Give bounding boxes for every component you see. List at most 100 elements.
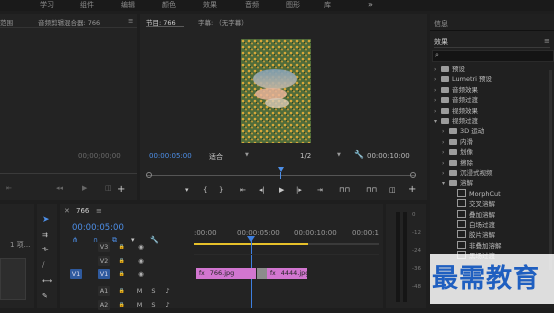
track-target-button[interactable]: A1 — [98, 286, 110, 296]
lock-icon[interactable]: 🔒 — [118, 300, 126, 310]
transition-marker[interactable] — [257, 268, 267, 279]
track-header-v3[interactable]: V3 🔒 ◉ — [64, 241, 192, 255]
go-to-out-icon[interactable]: ⇥ — [317, 186, 323, 194]
mark-out-icon[interactable]: } — [219, 186, 223, 194]
eye-icon[interactable]: ◉ — [136, 269, 146, 279]
panel-menu-icon[interactable]: ≡ — [544, 37, 550, 45]
timeline-timecode[interactable]: 00:00:05:00 — [72, 223, 124, 233]
chevron-down-icon[interactable]: ▾ — [434, 117, 441, 127]
mute-button[interactable]: M — [136, 286, 143, 296]
source-camera-icon[interactable]: ◫ — [105, 184, 112, 192]
info-panel-title[interactable]: 信息 — [434, 19, 448, 29]
extract-icon[interactable]: ⊓⊓ — [366, 186, 377, 194]
microphone-icon[interactable]: ♪ — [164, 286, 171, 296]
source-play-icon[interactable]: ▶ — [82, 184, 87, 192]
source-patch-button[interactable]: V1 — [70, 269, 82, 279]
video-clip-4444[interactable]: fx 4444.jpg — [267, 268, 307, 279]
export-frame-icon[interactable]: ◫ — [389, 186, 396, 194]
menu-effects[interactable]: 效果 — [203, 0, 217, 10]
ripple-edit-tool-icon[interactable]: ⟛ — [42, 245, 48, 253]
effect-item[interactable]: 白场过渡 — [450, 220, 495, 230]
slip-tool-icon[interactable]: ⟷ — [42, 277, 52, 285]
effect-item[interactable]: 交叉溶解 — [450, 199, 495, 209]
menu-learn[interactable]: 学习 — [40, 0, 54, 10]
track-header-a2[interactable]: A2 🔒 M S ♪ — [64, 299, 192, 313]
tab-scopes[interactable]: 范围 — [0, 17, 13, 27]
play-icon[interactable]: ▶ — [279, 186, 284, 194]
effects-folder[interactable]: ▾ 视频过渡 — [434, 116, 478, 126]
lock-icon[interactable]: 🔒 — [118, 242, 126, 252]
menu-assembly[interactable]: 组件 — [80, 0, 94, 10]
effect-item[interactable]: 叠加溶解 — [450, 209, 495, 220]
step-back-icon[interactable]: ◂| — [259, 186, 265, 194]
track-target-button[interactable]: V1 — [98, 269, 110, 279]
program-current-timecode[interactable]: 00:00:05:00 — [149, 152, 192, 160]
effects-folder[interactable]: › 视频效果 — [434, 106, 478, 116]
close-icon[interactable]: ✕ — [64, 207, 70, 215]
tab-audio-clip-mixer[interactable]: 音频剪辑混合器: 766 — [38, 17, 100, 27]
solo-button[interactable]: S — [150, 286, 157, 296]
mute-button[interactable]: M — [136, 300, 143, 310]
effects-search-input[interactable]: ⌕ — [432, 50, 554, 62]
eye-icon[interactable]: ◉ — [136, 256, 146, 266]
menu-editing[interactable]: 编辑 — [121, 0, 135, 10]
solo-button[interactable]: S — [150, 300, 157, 310]
effects-folder[interactable]: › Lumetri 预设 — [434, 74, 492, 84]
video-clip-766[interactable]: fx 766.jpg — [196, 268, 256, 279]
source-scrub-bar[interactable] — [0, 173, 137, 174]
lock-icon[interactable]: 🔒 — [118, 286, 126, 296]
fit-dropdown[interactable]: 适合 ▼ — [209, 151, 253, 161]
selection-tool-icon[interactable]: ➤ — [42, 216, 50, 225]
track-header-a1[interactable]: A1 🔒 M S ♪ — [64, 285, 192, 299]
track-select-tool-icon[interactable]: ⇉ — [42, 231, 48, 239]
scrub-end-handle[interactable] — [410, 172, 416, 178]
effects-folder[interactable]: › 划像 — [442, 147, 473, 157]
go-to-in-icon[interactable]: ⇤ — [240, 186, 246, 194]
menu-color[interactable]: 颜色 — [162, 0, 176, 10]
razor-tool-icon[interactable]: ⧸ — [42, 261, 44, 269]
project-thumbnail[interactable] — [0, 258, 26, 300]
effects-folder[interactable]: › 3D 运动 — [442, 126, 484, 136]
track-header-v2[interactable]: V2 🔒 ◉ — [64, 255, 192, 269]
effect-item[interactable]: 非叠加溶解 — [450, 240, 502, 251]
timeline-tab[interactable]: 766 — [76, 207, 89, 215]
chevron-down-icon[interactable]: ▾ — [442, 179, 449, 189]
effects-folder[interactable]: ▾ 溶解 — [442, 178, 473, 188]
effect-item[interactable]: MorphCut — [450, 188, 501, 199]
mark-in-icon[interactable]: { — [203, 186, 207, 194]
program-playhead-marker[interactable] — [278, 167, 284, 172]
pen-tool-icon[interactable]: ✎ — [42, 292, 48, 300]
effects-folder[interactable]: › 擦除 — [442, 158, 473, 168]
menu-audio[interactable]: 音频 — [245, 0, 259, 10]
lock-icon[interactable]: 🔒 — [118, 256, 126, 266]
track-target-button[interactable]: V2 — [98, 256, 110, 266]
menu-overflow-icon[interactable]: » — [368, 0, 373, 9]
microphone-icon[interactable]: ♪ — [164, 300, 171, 310]
menu-libraries[interactable]: 库 — [324, 0, 331, 10]
source-mark-icon[interactable]: ◂◂ — [56, 184, 63, 192]
source-step-icon[interactable]: ⇤ — [6, 184, 12, 192]
lift-icon[interactable]: ⊓⊓ — [339, 186, 350, 194]
menu-graphics[interactable]: 图形 — [286, 0, 300, 10]
eye-icon[interactable]: ◉ — [136, 242, 146, 252]
wrench-icon[interactable]: 🔧 — [354, 151, 364, 159]
timeline-ruler[interactable]: :00:00 00:00:05:00 00:00:10:00 00:00:1 — [194, 225, 379, 245]
track-target-button[interactable]: V3 — [98, 242, 110, 252]
program-add-button-icon[interactable]: + — [408, 185, 416, 195]
step-forward-icon[interactable]: |▸ — [296, 186, 302, 194]
effects-folder[interactable]: › 沉浸式视频 — [442, 168, 493, 178]
effects-folder[interactable]: › 内滑 — [442, 137, 473, 147]
effects-folder[interactable]: › 音频效果 — [434, 85, 478, 95]
tab-captions[interactable]: 字幕: （无字幕） — [198, 17, 248, 27]
add-marker-icon[interactable]: ▾ — [185, 186, 189, 194]
source-add-button-icon[interactable]: + — [117, 185, 125, 195]
effects-scrollbar[interactable] — [549, 70, 552, 270]
track-header-v1[interactable]: V1 V1 🔒 ◉ — [64, 268, 192, 282]
panel-menu-icon[interactable]: ≡ — [128, 17, 133, 25]
lock-icon[interactable]: 🔒 — [118, 269, 126, 279]
effects-panel-title[interactable]: 效果 — [434, 37, 448, 47]
resolution-dropdown[interactable]: 1/2 ▼ — [300, 151, 344, 160]
effect-item[interactable]: 胶片溶解 — [450, 230, 495, 240]
effects-folder[interactable]: › 音频过渡 — [434, 95, 478, 105]
scrub-start-handle[interactable] — [146, 172, 152, 178]
